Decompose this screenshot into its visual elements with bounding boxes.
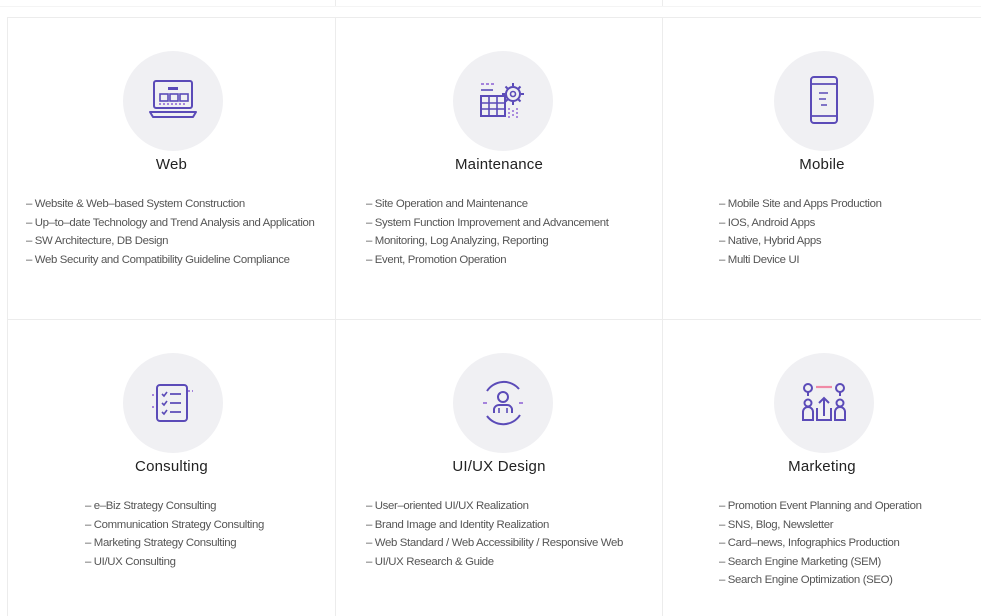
service-item-list: – Mobile Site and Apps Production – IOS,…: [719, 195, 882, 269]
list-item: – Website & Web–based System Constructio…: [26, 198, 245, 210]
list-item: – Site Operation and Maintenance: [366, 198, 528, 210]
list-item: – Mobile Site and Apps Production: [719, 198, 882, 210]
list-item: – Marketing Strategy Consulting: [85, 537, 237, 549]
service-title: Maintenance: [454, 156, 544, 173]
service-item-list: – User–oriented UI/UX Realization – Bran…: [366, 497, 623, 571]
list-item: – System Function Improvement and Advanc…: [366, 216, 609, 229]
list-item: – Monitoring, Log Analyzing, Reporting: [366, 235, 549, 247]
service-card-marketing: Marketing – Promotion Event Planning and…: [662, 319, 981, 616]
user-icon: [453, 353, 553, 453]
service-card-uiux-design: UI/UX Design – User–oriented UI/UX Reali…: [335, 319, 662, 616]
top-edge: [0, 0, 981, 7]
service-card-maintenance: Maintenance – Site Operation and Mainten…: [335, 17, 662, 319]
service-title: Marketing: [788, 458, 856, 475]
list-item: – Web Standard / Web Accessibility / Res…: [366, 537, 623, 549]
service-item-list: – e–Biz Strategy Consulting – Communicat…: [85, 497, 264, 571]
list-item: – Card–news, Infographics Production: [719, 537, 900, 549]
list-item: – Promotion Event Planning and Operation: [719, 500, 922, 512]
list-item: – IOS, Android Apps: [719, 216, 815, 229]
service-title: Consulting: [135, 458, 208, 475]
service-card-web: Web – Website & Web–based System Constru…: [7, 17, 335, 319]
list-item: – SW Architecture, DB Design: [26, 235, 169, 247]
laptop-icon: [123, 51, 223, 151]
list-item: – e–Biz Strategy Consulting: [85, 500, 217, 512]
share-icon: [774, 353, 874, 453]
list-item: – Communication Strategy Consulting: [85, 518, 264, 531]
smartphone-icon: [774, 51, 874, 151]
list-item: – UI/UX Research & Guide: [366, 555, 494, 568]
list-item: – User–oriented UI/UX Realization: [366, 500, 529, 512]
list-item: – Event, Promotion Operation: [366, 253, 507, 266]
list-item: – Search Engine Marketing (SEM): [719, 555, 881, 568]
service-title: Web: [155, 156, 188, 173]
list-item: – Web Security and Compatibility Guideli…: [26, 253, 290, 266]
list-item: – Search Engine Optimization (SEO): [719, 574, 893, 586]
list-item: – Up–to–date Technology and Trend Analys…: [26, 216, 315, 229]
service-title: UI/UX Design: [452, 458, 546, 475]
list-item: – SNS, Blog, Newsletter: [719, 518, 834, 531]
service-card-mobile: Mobile – Mobile Site and Apps Production…: [662, 17, 981, 319]
service-item-list: – Site Operation and Maintenance – Syste…: [366, 195, 609, 269]
gear-icon: [453, 51, 553, 151]
checklist-icon: [123, 353, 223, 453]
list-item: – Native, Hybrid Apps: [719, 235, 822, 247]
service-card-consulting: Consulting – e–Biz Strategy Consulting –…: [7, 319, 335, 616]
list-item: – UI/UX Consulting: [85, 555, 176, 568]
service-title: Mobile: [799, 156, 845, 173]
service-item-list: – Website & Web–based System Constructio…: [26, 195, 315, 269]
services-grid: Web – Website & Web–based System Constru…: [7, 17, 981, 616]
list-item: – Brand Image and Identity Realization: [366, 518, 549, 531]
service-item-list: – Promotion Event Planning and Operation…: [719, 497, 922, 590]
list-item: – Multi Device UI: [719, 253, 800, 266]
